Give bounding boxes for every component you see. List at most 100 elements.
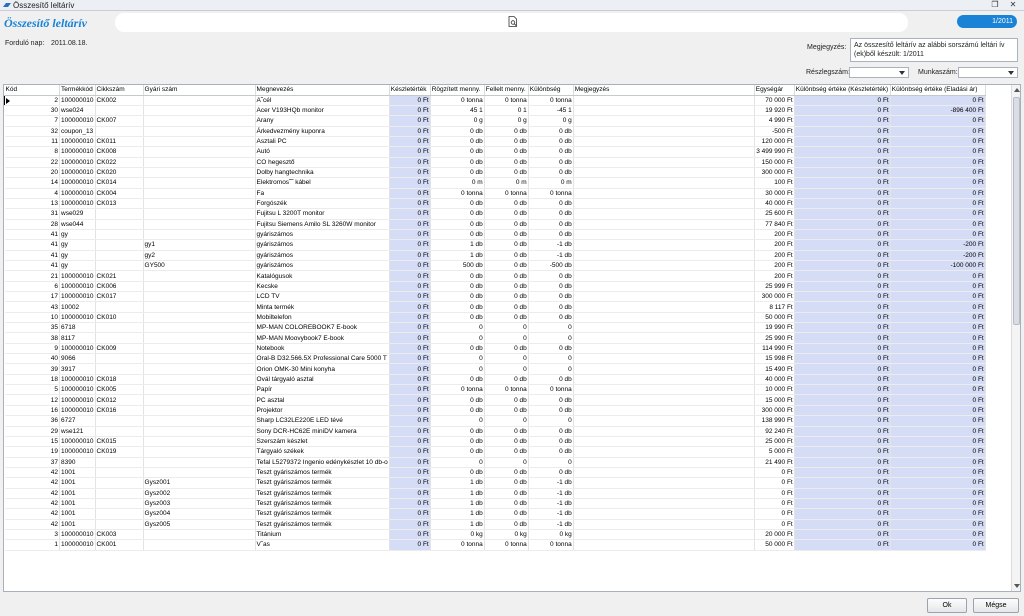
table-cell[interactable]: 0 db — [430, 312, 485, 324]
table-cell[interactable]: 0 db — [484, 250, 529, 262]
table-cell[interactable]: 21 490 Ft — [754, 457, 795, 468]
table-row[interactable]: 8 100000010 CK008 Autó 0 Ft 0 db 0 db 0 db 3 499… — [4, 146, 986, 158]
column-header[interactable]: Különbség értéke (Készletérték) — [794, 85, 891, 96]
table-cell[interactable]: 0 m — [528, 177, 574, 189]
table-cell[interactable]: 0 Ft — [389, 539, 431, 551]
table-cell[interactable] — [143, 177, 256, 189]
table-cell[interactable]: 0 Ft — [754, 519, 795, 530]
table-cell[interactable]: Teszt gyáriszámos termék — [255, 467, 390, 479]
table-cell[interactable]: coupon_13 — [59, 126, 96, 137]
table-cell[interactable]: 0 Ft — [794, 405, 891, 417]
table-cell[interactable]: 0 db — [528, 229, 574, 241]
table-cell[interactable] — [143, 446, 256, 458]
table-cell[interactable]: 0 Ft — [389, 208, 431, 220]
table-row[interactable]: 1 100000010 CK001 Vˆas 0 Ft 0 tonna 0 tonna 0 t… — [4, 539, 986, 551]
table-cell[interactable]: 0 Ft — [794, 343, 891, 355]
department-select[interactable] — [849, 67, 909, 78]
table-cell[interactable]: 30 — [4, 105, 60, 117]
table-cell[interactable]: 0 Ft — [389, 239, 431, 251]
table-cell[interactable]: 13 — [4, 198, 60, 210]
table-row[interactable]: 41 gy gy2 gyáriszámos 0 Ft 1 db 0 db -1 db 200 F… — [4, 250, 986, 262]
table-cell[interactable]: 0 Ft — [389, 95, 431, 106]
table-cell[interactable]: 0 db — [528, 146, 574, 158]
table-cell[interactable]: 0 db — [430, 281, 485, 293]
table-cell[interactable]: 1 db — [430, 477, 485, 489]
table-cell[interactable]: 0 Ft — [890, 384, 986, 396]
table-cell[interactable]: CK003 — [95, 529, 144, 541]
table-cell[interactable] — [143, 529, 256, 541]
table-cell[interactable] — [573, 312, 755, 324]
table-cell[interactable] — [95, 467, 144, 479]
table-cell[interactable]: 8 — [4, 146, 60, 158]
table-cell[interactable]: 0 Ft — [890, 363, 986, 375]
table-cell[interactable]: 0 — [484, 322, 529, 334]
table-row[interactable]: 32 coupon_13 Árkedvezmény kuponra 0 Ft 0 db 0… — [4, 126, 986, 137]
table-cell[interactable]: 150 000 Ft — [754, 157, 795, 168]
table-cell[interactable]: 0 db — [430, 343, 485, 355]
table-cell[interactable]: 18 — [4, 374, 60, 386]
table-row[interactable]: 42 1001 Gysz001 Teszt gyáriszámos termék 0 F… — [4, 477, 986, 489]
table-cell[interactable] — [573, 177, 755, 189]
table-cell[interactable]: 2 — [4, 94, 60, 106]
table-cell[interactable]: wse029 — [59, 208, 96, 220]
table-cell[interactable]: 0 g — [430, 115, 485, 127]
table-row[interactable]: 29 wse121 Sony DCR-HC62E miniDV kamera 0 Ft… — [4, 426, 986, 437]
table-cell[interactable]: 0 Ft — [754, 467, 795, 479]
table-cell[interactable]: 0 Ft — [890, 229, 986, 241]
table-cell[interactable]: 77 840 Ft — [754, 219, 795, 230]
table-cell[interactable] — [573, 488, 755, 499]
table-cell[interactable] — [573, 332, 755, 344]
table-cell[interactable] — [143, 384, 256, 396]
table-cell[interactable]: 0 Ft — [890, 353, 986, 365]
table-cell[interactable]: 0 Ft — [389, 322, 431, 334]
table-row[interactable]: 11 100000010 CK011 Asztali PC 0 Ft 0 db 0 db 0 … — [4, 136, 986, 148]
table-cell[interactable] — [95, 301, 144, 313]
table-cell[interactable]: 0 db — [528, 374, 574, 386]
table-cell[interactable] — [95, 105, 144, 117]
table-cell[interactable] — [143, 405, 256, 417]
table-cell[interactable]: 0 db — [484, 301, 529, 313]
table-cell[interactable]: 0 — [430, 457, 485, 468]
table-cell[interactable]: 0 kg — [528, 529, 574, 541]
table-cell[interactable] — [573, 498, 755, 510]
table-cell[interactable]: 0 Ft — [389, 436, 431, 448]
column-header[interactable]: Egységár — [754, 85, 795, 96]
table-cell[interactable]: 0 db — [528, 208, 574, 220]
table-cell[interactable]: 0 db — [484, 519, 529, 530]
table-cell[interactable]: gy — [59, 250, 96, 262]
table-cell[interactable]: 1 db — [430, 519, 485, 530]
table-cell[interactable]: 42 — [4, 508, 60, 520]
table-cell[interactable]: 0 Ft — [389, 529, 431, 541]
table-cell[interactable]: 0 db — [528, 219, 574, 230]
table-cell[interactable]: 0 Ft — [389, 363, 431, 375]
table-cell[interactable]: 1001 — [59, 519, 96, 530]
scroll-down-icon[interactable] — [1014, 584, 1020, 588]
table-cell[interactable]: 0 — [528, 332, 574, 344]
table-cell[interactable]: 0 tonna — [484, 188, 529, 199]
table-cell[interactable]: 0 Ft — [794, 436, 891, 448]
table-cell[interactable] — [573, 415, 755, 427]
table-cell[interactable]: 0 db — [484, 508, 529, 520]
table-row[interactable]: 42 1001 Gysz002 Teszt gyáriszámos termék 0 F… — [4, 488, 986, 499]
table-cell[interactable]: 0 Ft — [389, 250, 431, 262]
table-cell[interactable]: CK012 — [95, 394, 144, 406]
table-cell[interactable]: -1 db — [528, 519, 574, 530]
table-cell[interactable]: 0 Ft — [794, 219, 891, 230]
table-cell[interactable]: 0 db — [484, 126, 529, 137]
table-cell[interactable]: CK004 — [95, 188, 144, 199]
table-cell[interactable]: 0 Ft — [389, 353, 431, 365]
table-cell[interactable]: Papír — [255, 384, 390, 396]
table-cell[interactable]: CK019 — [95, 446, 144, 458]
table-cell[interactable]: 0 kg — [430, 529, 485, 541]
table-cell[interactable]: 0 Ft — [890, 219, 986, 230]
table-cell[interactable]: 0 db — [430, 126, 485, 137]
table-cell[interactable]: 1001 — [59, 467, 96, 479]
table-cell[interactable] — [143, 229, 256, 241]
table-cell[interactable]: 0 Ft — [389, 405, 431, 417]
table-cell[interactable]: 0 m — [430, 177, 485, 189]
table-cell[interactable]: -200 Ft — [890, 250, 986, 262]
table-cell[interactable] — [95, 426, 144, 437]
table-cell[interactable]: 41 — [4, 260, 60, 272]
table-cell[interactable]: 0 db — [430, 198, 485, 210]
table-cell[interactable]: 1 db — [430, 498, 485, 510]
